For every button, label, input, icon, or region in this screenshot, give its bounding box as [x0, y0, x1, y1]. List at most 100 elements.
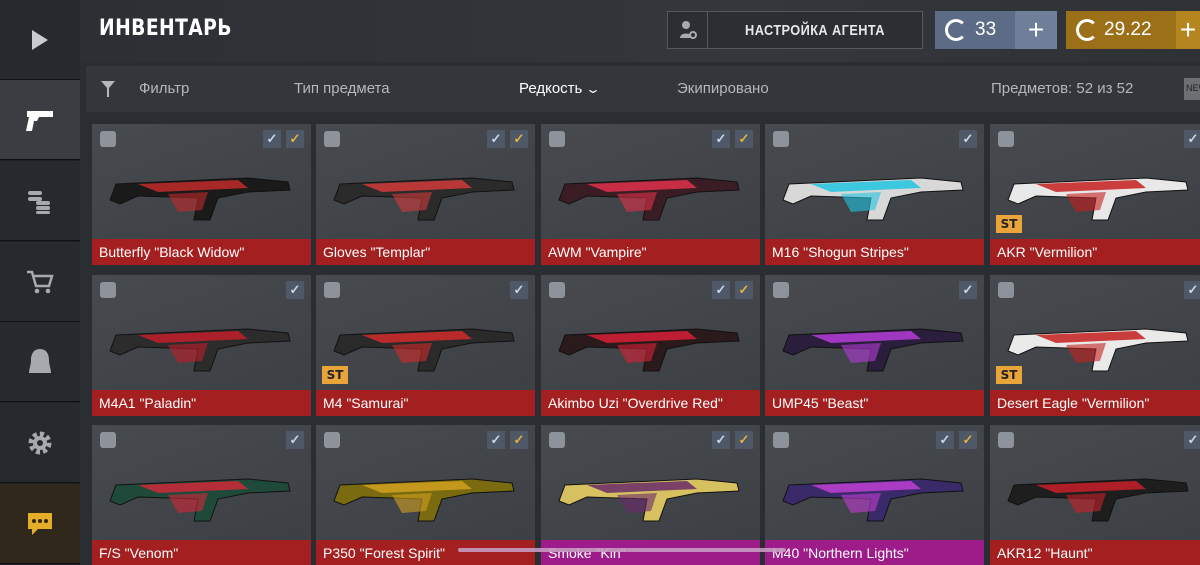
collection-icon	[549, 432, 565, 448]
cart-icon	[27, 270, 54, 293]
sidebar-item-play[interactable]	[0, 0, 80, 80]
home-indicator	[458, 548, 786, 552]
collection-icon	[324, 131, 340, 147]
equipped-check-icon: ✓	[263, 130, 281, 148]
inventory-card[interactable]: ✓ ✓ M40 "Northern Lights"	[765, 425, 984, 565]
add-gold-button[interactable]: +	[1176, 11, 1200, 49]
inventory-card[interactable]: ✓ ✓ P350 "Forest Spirit"	[316, 425, 535, 565]
sidebar-item-settings[interactable]	[0, 403, 80, 483]
sidebar-item-agents[interactable]	[0, 322, 80, 402]
equipped-check-icon: ✓	[1184, 431, 1200, 449]
favorite-check-icon: ✓	[286, 130, 304, 148]
weapon-image	[558, 478, 740, 522]
stattrack-badge: ST	[996, 215, 1022, 233]
item-name: M4 "Samurai"	[316, 390, 535, 416]
inventory-card[interactable]: ✓ ST AKR "Vermilion"	[990, 124, 1200, 265]
collection-icon	[998, 282, 1014, 298]
collection-icon	[773, 282, 789, 298]
item-name: Akimbo Uzi "Overdrive Red"	[541, 390, 760, 416]
equipped-check-icon: ✓	[936, 431, 954, 449]
favorite-check-icon: ✓	[959, 431, 977, 449]
equipped-check-icon: ✓	[487, 431, 505, 449]
collection-icon	[100, 282, 116, 298]
sidebar-item-shop[interactable]	[0, 242, 80, 322]
equipped-check-icon: ✓	[487, 130, 505, 148]
inventory-card[interactable]: ✓ ✓ Gloves "Templar"	[316, 124, 535, 265]
weapon-image	[109, 478, 291, 522]
item-name: AKR "Vermilion"	[990, 239, 1200, 265]
inventory-card[interactable]: ✓ ✓ Smoke "Kin"	[541, 425, 760, 565]
agent-settings-button[interactable]: НАСТРОЙКА АГЕНТА	[667, 11, 923, 49]
item-name: Desert Eagle "Vermilion"	[990, 390, 1200, 416]
weapon-image	[558, 177, 740, 221]
chevron-down-icon: ⌄	[585, 82, 602, 96]
equipped-check-icon: ✓	[1184, 281, 1200, 299]
agent-settings-label: НАСТРОЙКА АГЕНТА	[745, 21, 885, 39]
pistol-icon	[26, 110, 53, 131]
equipped-filter[interactable]: Экипировано	[677, 80, 769, 97]
collection-icon	[998, 432, 1014, 448]
weapon-image	[782, 328, 964, 372]
inventory-card[interactable]: ✓ AKR12 "Haunt"	[990, 425, 1200, 565]
collection-icon	[998, 131, 1014, 147]
collection-icon	[773, 432, 789, 448]
favorite-check-icon: ✓	[735, 130, 753, 148]
play-icon	[32, 29, 48, 50]
chat-icon	[28, 512, 52, 535]
item-name: Butterfly "Black Widow"	[92, 239, 311, 265]
top-bar: ИНВЕНТАРЬ НАСТРОЙКА АГЕНТА 33 + 29.22 +	[80, 0, 1200, 62]
collection-icon	[324, 282, 340, 298]
filter-button[interactable]: Фильтр	[139, 80, 189, 97]
inventory-card[interactable]: ✓ F/S "Venom"	[92, 425, 311, 565]
item-name: P350 "Forest Spirit"	[316, 540, 535, 565]
collection-icon	[549, 282, 565, 298]
filter-icon[interactable]	[100, 80, 116, 98]
add-silver-button[interactable]: +	[1015, 11, 1057, 49]
weapon-image	[1007, 177, 1189, 221]
equipped-check-icon: ✓	[286, 431, 304, 449]
item-name: AWM "Vampire"	[541, 239, 760, 265]
item-count: Предметов: 52 из 52	[991, 80, 1134, 97]
favorite-check-icon: ✓	[510, 130, 528, 148]
weapon-image	[333, 328, 515, 372]
silver-amount: 33	[975, 19, 997, 40]
inventory-card[interactable]: ✓ M4A1 "Paladin"	[92, 275, 311, 416]
item-name: Smoke "Kin"	[541, 540, 760, 565]
inventory-card[interactable]: ✓ ST M4 "Samurai"	[316, 275, 535, 416]
sidebar-item-inventory[interactable]	[0, 80, 80, 160]
new-badge: NEW	[1184, 78, 1200, 100]
inventory-card[interactable]: ✓ M16 "Shogun Stripes"	[765, 124, 984, 265]
item-type-filter[interactable]: Тип предмета	[294, 80, 390, 97]
item-name: M16 "Shogun Stripes"	[765, 239, 984, 265]
rarity-sort[interactable]: Редкость ⌄	[519, 80, 602, 97]
equipped-check-icon: ✓	[712, 281, 730, 299]
equipped-check-icon: ✓	[959, 281, 977, 299]
item-name: F/S "Venom"	[92, 540, 311, 565]
item-name: M40 "Northern Lights"	[765, 540, 984, 565]
inventory-card[interactable]: ✓ UMP45 "Beast"	[765, 275, 984, 416]
weapon-image	[558, 328, 740, 372]
equipped-check-icon: ✓	[712, 130, 730, 148]
stattrack-badge: ST	[322, 366, 348, 384]
collection-icon	[773, 131, 789, 147]
sidebar-item-chat[interactable]	[0, 484, 80, 564]
weapon-image	[1007, 328, 1189, 372]
gold-amount: 29.22	[1104, 19, 1152, 40]
collection-icon	[549, 131, 565, 147]
favorite-check-icon: ✓	[735, 281, 753, 299]
equipped-check-icon: ✓	[959, 130, 977, 148]
inventory-card[interactable]: ✓ ✓ Akimbo Uzi "Overdrive Red"	[541, 275, 760, 416]
weapon-image	[109, 177, 291, 221]
collection-icon	[100, 131, 116, 147]
gear-icon	[28, 431, 52, 454]
inventory-card[interactable]: ✓ ✓ AWM "Vampire"	[541, 124, 760, 265]
weapon-image	[333, 177, 515, 221]
sidebar	[0, 0, 80, 565]
silver-coin-icon	[945, 19, 967, 41]
agent-icon	[29, 348, 51, 373]
inventory-card[interactable]: ✓ ✓ Butterfly "Black Widow"	[92, 124, 311, 265]
stattrack-badge: ST	[996, 366, 1022, 384]
inventory-card[interactable]: ✓ ST Desert Eagle "Vermilion"	[990, 275, 1200, 416]
sidebar-item-currency[interactable]	[0, 161, 80, 241]
equipped-check-icon: ✓	[712, 431, 730, 449]
